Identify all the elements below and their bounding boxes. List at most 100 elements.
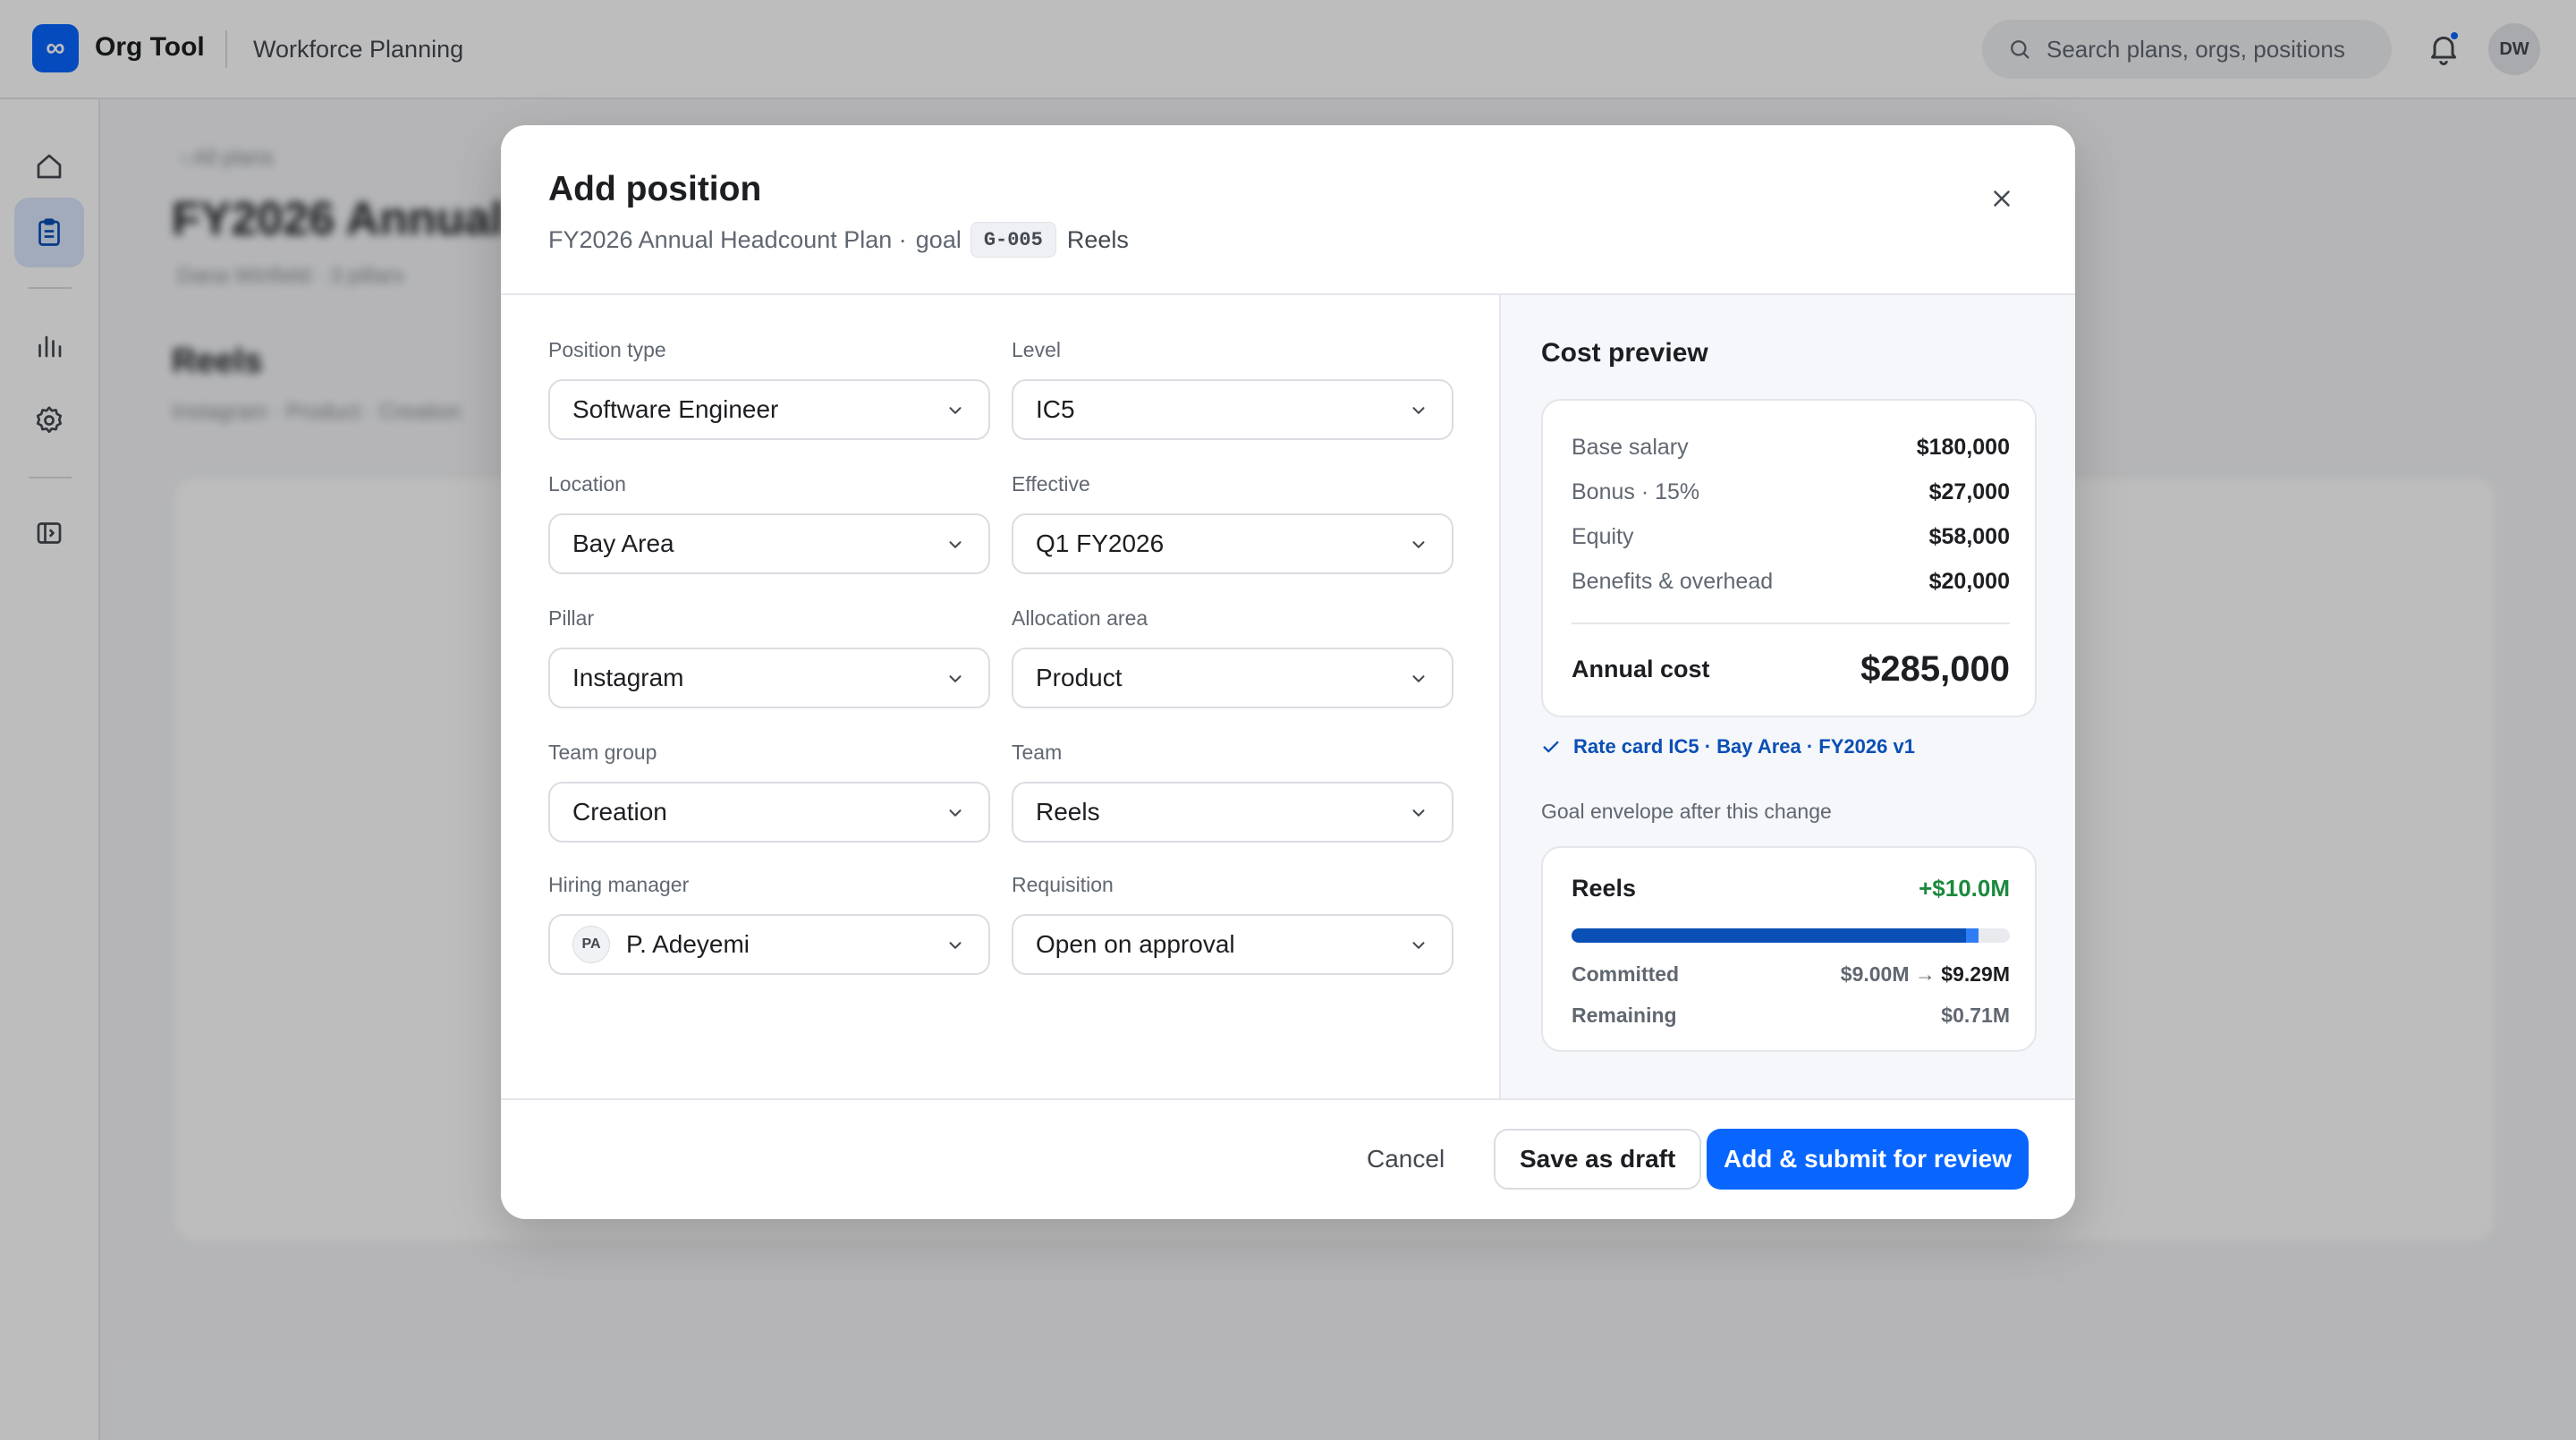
cancel-button[interactable]: Cancel xyxy=(1356,1129,1455,1190)
position-type-field: Position type Software Engineer xyxy=(548,336,990,440)
envelope-delta: +$10.0M xyxy=(1919,875,2010,902)
field-label: Allocation area xyxy=(1012,606,1148,630)
committed-fill xyxy=(1572,928,1966,943)
dialog-header: Add position FY2026 Annual Headcount Pla… xyxy=(501,125,2075,295)
dialog-title: Add position xyxy=(548,170,762,208)
chevron-down-icon xyxy=(949,675,962,682)
cost-label: Equity xyxy=(1572,524,1634,549)
goal-envelope-label: Goal envelope after this change xyxy=(1541,800,1832,823)
allocation-area-select[interactable]: Product xyxy=(1012,648,1453,708)
chevron-down-icon xyxy=(1412,942,1425,949)
cost-preview-panel: Cost preview Base salary $180,000 Bonus … xyxy=(1499,295,2075,1098)
team-group-field: Team group Creation xyxy=(548,739,990,843)
field-label: Effective xyxy=(1012,472,1090,496)
field-label: Location xyxy=(548,472,626,496)
envelope-name: Reels xyxy=(1572,875,1637,902)
cost-row: Equity $58,000 xyxy=(1572,524,2010,550)
position-form: Position type Software Engineer Level IC… xyxy=(501,295,1499,1098)
effective-field: Effective Q1 FY2026 xyxy=(1012,470,1453,574)
goal-id-badge: G-005 xyxy=(970,222,1056,258)
envelope-progress-bar xyxy=(1572,928,2010,943)
select-value: Q1 FY2026 xyxy=(1036,529,1165,557)
cost-label: Benefits & overhead xyxy=(1572,569,1774,594)
select-value: Product xyxy=(1036,664,1123,691)
select-value: P. Adeyemi xyxy=(626,930,750,958)
goal-envelope-card: Reels +$10.0M Committed $9.00M → $9.29M … xyxy=(1541,846,2037,1052)
cost-label: Bonus · 15% xyxy=(1572,479,1700,504)
location-field: Location Bay Area xyxy=(548,470,990,574)
select-value: Reels xyxy=(1036,798,1100,826)
committed-after: $9.29M xyxy=(1941,962,2010,986)
dialog-context: FY2026 Annual Headcount Plan · goal G-00… xyxy=(548,222,1129,258)
select-value: Software Engineer xyxy=(572,395,779,423)
cost-divider xyxy=(1572,623,2010,624)
add-position-dialog: Add position FY2026 Annual Headcount Pla… xyxy=(501,125,2075,1219)
chevron-down-icon xyxy=(1412,407,1425,414)
hiring-manager-select[interactable]: PA P. Adeyemi xyxy=(548,914,990,975)
pillar-select[interactable]: Instagram xyxy=(548,648,990,708)
chevron-down-icon xyxy=(949,942,962,949)
annual-cost-amount: $285,000 xyxy=(1860,649,2010,689)
team-select[interactable]: Reels xyxy=(1012,782,1453,843)
cost-preview-title: Cost preview xyxy=(1541,338,1708,368)
select-value: Bay Area xyxy=(572,529,674,557)
field-label: Requisition xyxy=(1012,873,1114,896)
chevron-down-icon xyxy=(949,541,962,548)
committed-before: $9.00M xyxy=(1840,962,1910,986)
effective-select[interactable]: Q1 FY2026 xyxy=(1012,513,1453,574)
pillar-field: Pillar Instagram xyxy=(548,605,990,708)
requisition-field: Requisition Open on approval xyxy=(1012,871,1453,975)
added-fill xyxy=(1966,928,1979,943)
annual-cost-row: Annual cost $285,000 xyxy=(1572,649,2010,690)
cost-row: Base salary $180,000 xyxy=(1572,435,2010,461)
field-label: Position type xyxy=(548,338,666,361)
select-value: IC5 xyxy=(1036,395,1075,423)
remaining-value: $0.71M xyxy=(1941,1004,2010,1027)
team-field: Team Reels xyxy=(1012,739,1453,843)
context-goal-word: goal xyxy=(915,225,962,253)
field-label: Hiring manager xyxy=(548,873,690,896)
level-field: Level IC5 xyxy=(1012,336,1453,440)
context-plan: FY2026 Annual Headcount Plan · xyxy=(548,225,907,253)
close-icon xyxy=(1994,191,2010,207)
chevron-down-icon xyxy=(1412,675,1425,682)
check-icon xyxy=(1543,741,1559,753)
committed-values: $9.00M → $9.29M xyxy=(1841,962,2010,987)
cost-label: Base salary xyxy=(1572,435,1689,460)
committed-row: Committed $9.00M → $9.29M xyxy=(1572,962,2010,987)
dialog-footer: Cancel Save as draft Add & submit for re… xyxy=(501,1098,2075,1219)
remaining-label: Remaining xyxy=(1572,1004,1677,1027)
chevron-down-icon xyxy=(949,407,962,414)
hiring-manager-field: Hiring manager PA P. Adeyemi xyxy=(548,871,990,975)
field-label: Team xyxy=(1012,741,1063,764)
cost-amount: $180,000 xyxy=(1916,435,2010,460)
location-select[interactable]: Bay Area xyxy=(548,513,990,574)
field-label: Team group xyxy=(548,741,657,764)
envelope-header: Reels +$10.0M xyxy=(1572,875,2010,902)
committed-label: Committed xyxy=(1572,962,1680,986)
submit-for-review-button[interactable]: Add & submit for review xyxy=(1707,1129,2029,1190)
allocation-area-field: Allocation area Product xyxy=(1012,605,1453,708)
context-team: Reels xyxy=(1066,225,1129,253)
team-group-select[interactable]: Creation xyxy=(548,782,990,843)
save-draft-button[interactable]: Save as draft xyxy=(1494,1129,1702,1190)
close-button[interactable] xyxy=(1977,174,2027,224)
cost-amount: $20,000 xyxy=(1928,569,2010,594)
cost-row: Bonus · 15% $27,000 xyxy=(1572,479,2010,505)
chevron-down-icon xyxy=(949,809,962,817)
requisition-select[interactable]: Open on approval xyxy=(1012,914,1453,975)
chevron-down-icon xyxy=(1412,541,1425,548)
select-value: Open on approval xyxy=(1036,930,1235,958)
position-type-select[interactable]: Software Engineer xyxy=(548,379,990,440)
select-value: Creation xyxy=(572,798,667,826)
rate-card-link[interactable]: Rate card IC5 · Bay Area · FY2026 v1 xyxy=(1541,735,1915,758)
level-select[interactable]: IC5 xyxy=(1012,379,1453,440)
field-label: Level xyxy=(1012,338,1061,361)
manager-avatar: PA xyxy=(572,926,610,963)
cost-breakdown-card: Base salary $180,000 Bonus · 15% $27,000… xyxy=(1541,399,2037,717)
select-value: Instagram xyxy=(572,664,684,691)
rate-card-text: Rate card IC5 · Bay Area · FY2026 v1 xyxy=(1573,735,1915,758)
cost-amount: $58,000 xyxy=(1928,524,2010,549)
field-label: Pillar xyxy=(548,606,595,630)
cost-amount: $27,000 xyxy=(1928,479,2010,504)
